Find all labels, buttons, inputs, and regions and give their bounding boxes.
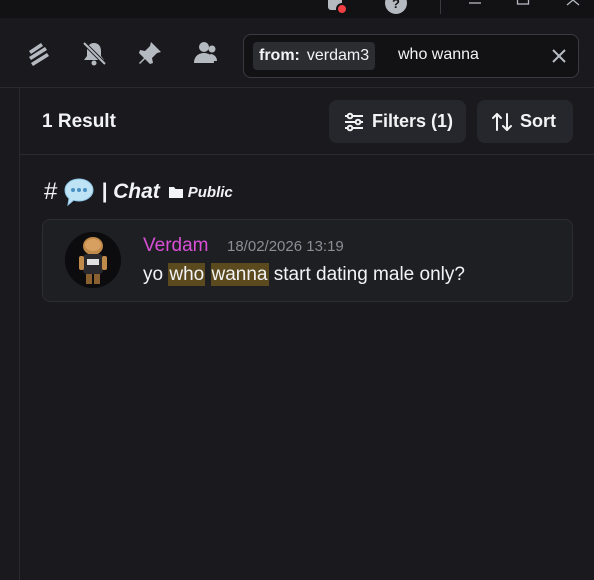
close-icon[interactable] — [561, 0, 585, 16]
search-highlight: who — [168, 263, 206, 286]
channel-tag: Public — [187, 183, 233, 201]
filter-value: verdam3 — [306, 47, 370, 64]
message-timestamp: 18/02/2026 13:19 — [227, 238, 344, 255]
filter-key: from: — [259, 47, 300, 64]
speech-bubble-icon — [63, 177, 95, 207]
channel-name: | Chat — [101, 180, 160, 203]
message-author[interactable]: Verdam — [143, 235, 208, 257]
minimize-icon[interactable] — [463, 0, 487, 16]
message-space — [205, 264, 210, 285]
search-query[interactable]: who wanna — [398, 46, 479, 64]
filters-label: Filters (1) — [372, 111, 454, 131]
pinned-icon[interactable] — [135, 38, 165, 68]
channel-header: from: verdam3 who wanna — [0, 18, 594, 88]
folder-icon — [168, 185, 184, 199]
search-results-window: ? from: verdam3 who wanna 1 Result Filte… — [0, 0, 594, 580]
svg-text:?: ? — [392, 0, 400, 11]
search-result-message[interactable]: Verdam 18/02/2026 13:19 yo who wanna sta… — [42, 219, 573, 302]
result-channel-header[interactable]: # | Chat Public — [44, 176, 233, 208]
message-content: yo who wanna start dating male only? — [143, 263, 465, 286]
notifications-muted-icon[interactable] — [79, 38, 109, 68]
titlebar-separator — [440, 0, 441, 14]
threads-icon[interactable] — [24, 38, 54, 68]
clear-search-icon[interactable] — [548, 45, 570, 67]
title-bar: ? — [0, 0, 594, 18]
left-panel-edge — [0, 88, 20, 580]
results-toolbar: 1 Result Filters (1) Sort — [20, 88, 594, 155]
search-highlight: wanna — [210, 263, 269, 286]
help-icon[interactable]: ? — [384, 0, 408, 16]
sort-button[interactable]: Sort — [477, 100, 573, 143]
filters-icon — [343, 111, 365, 133]
search-bar[interactable]: from: verdam3 who wanna — [243, 34, 579, 78]
avatar[interactable] — [65, 232, 121, 288]
sort-icon — [491, 111, 513, 133]
members-icon[interactable] — [190, 38, 220, 68]
filters-button[interactable]: Filters (1) — [329, 100, 466, 143]
search-filter-chip[interactable]: from: verdam3 — [253, 42, 376, 70]
channel-hash: # — [44, 178, 58, 205]
sort-label: Sort — [520, 111, 556, 131]
inbox-icon[interactable] — [324, 0, 348, 16]
result-count: 1 Result — [42, 111, 116, 132]
message-text-after: start dating male only? — [268, 264, 465, 285]
message-text-before: yo — [143, 264, 169, 285]
maximize-icon[interactable] — [511, 0, 535, 16]
